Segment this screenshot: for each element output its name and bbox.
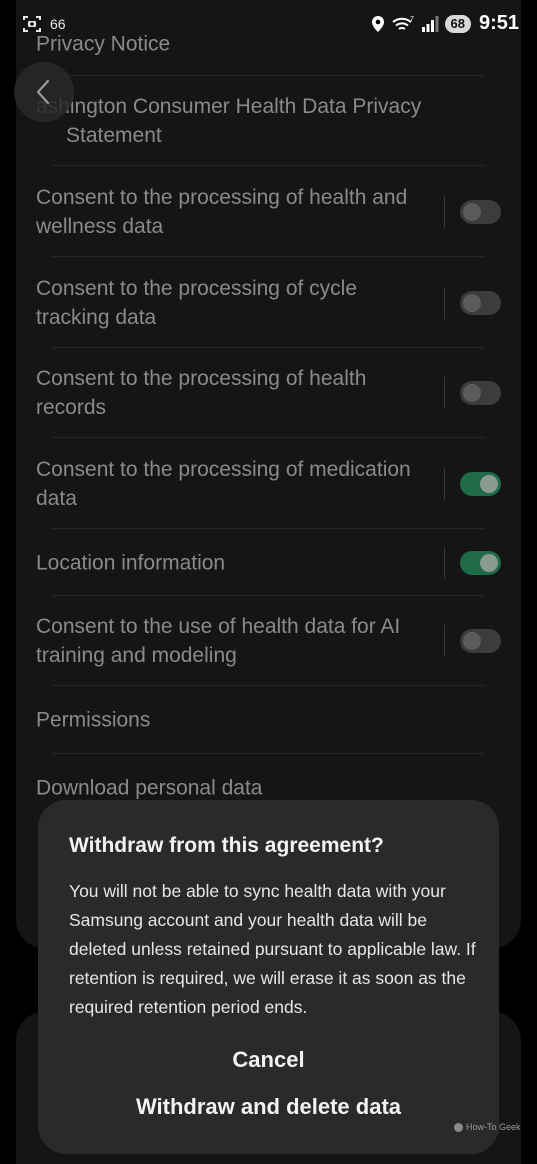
status-left: 66 bbox=[22, 14, 66, 34]
settings-item-label: Permissions bbox=[36, 708, 151, 732]
watermark: How-To Geek bbox=[454, 1122, 521, 1132]
settings-item-label: Download personal data bbox=[36, 776, 263, 800]
settings-item-label: ashington Consumer Health Data Privacy S… bbox=[36, 95, 422, 147]
svg-text:7: 7 bbox=[410, 16, 414, 23]
notification-count: 66 bbox=[50, 16, 66, 32]
settings-item-label: Consent to the use of health data for AI… bbox=[36, 615, 401, 667]
location-toggle[interactable] bbox=[460, 550, 501, 575]
health-wellness-toggle[interactable] bbox=[460, 199, 501, 224]
wifi-icon: 7 bbox=[391, 15, 415, 33]
health-records-toggle[interactable] bbox=[460, 381, 501, 405]
withdraw-dialog: Withdraw from this agreement? You will n… bbox=[38, 800, 499, 1154]
settings-item-label: Consent to the processing of medication … bbox=[36, 457, 411, 510]
settings-item-label: Consent to the processing of health reco… bbox=[36, 367, 367, 419]
divider bbox=[444, 467, 445, 500]
settings-item-medication[interactable]: Consent to the processing of medication … bbox=[36, 438, 501, 529]
settings-item-label: Consent to the processing of health and … bbox=[36, 185, 408, 238]
dialog-title: Withdraw from this agreement? bbox=[69, 834, 384, 857]
divider bbox=[444, 625, 445, 657]
status-bar: 66 7 68 9:51 bbox=[0, 0, 537, 52]
watermark-text: How-To Geek bbox=[466, 1122, 521, 1132]
back-button[interactable] bbox=[14, 62, 74, 122]
withdraw-delete-button[interactable]: Withdraw and delete data bbox=[38, 1094, 499, 1120]
settings-item-cycle-tracking[interactable]: Consent to the processing of cycle track… bbox=[36, 257, 501, 348]
screenshot-icon bbox=[22, 14, 42, 34]
divider bbox=[444, 377, 445, 409]
settings-item-health-wellness[interactable]: Consent to the processing of health and … bbox=[36, 166, 501, 257]
status-right: 7 68 9:51 bbox=[371, 12, 519, 35]
divider bbox=[444, 195, 445, 228]
dialog-message: You will not be able to sync health data… bbox=[69, 881, 476, 1017]
watermark-logo-icon bbox=[454, 1122, 463, 1132]
settings-item-health-records[interactable]: Consent to the processing of health reco… bbox=[36, 348, 501, 438]
settings-item-washington-privacy[interactable]: ashington Consumer Health Data Privacy S… bbox=[36, 76, 501, 166]
cancel-button[interactable]: Cancel bbox=[38, 1047, 499, 1073]
cycle-tracking-toggle[interactable] bbox=[460, 290, 501, 315]
settings-item-location[interactable]: Location information bbox=[36, 529, 501, 596]
clock: 9:51 bbox=[478, 12, 519, 34]
ai-training-toggle[interactable] bbox=[460, 629, 501, 653]
location-icon bbox=[371, 15, 385, 33]
divider bbox=[444, 286, 445, 319]
settings-item-permissions[interactable]: Permissions bbox=[36, 686, 501, 754]
settings-item-label: Location information bbox=[36, 551, 226, 574]
divider bbox=[444, 546, 445, 579]
signal-icon bbox=[421, 15, 439, 33]
medication-toggle[interactable] bbox=[460, 471, 501, 496]
settings-item-ai-training[interactable]: Consent to the use of health data for AI… bbox=[36, 596, 501, 686]
battery-indicator: 68 bbox=[444, 14, 471, 33]
settings-item-label: Consent to the processing of cycle track… bbox=[36, 276, 358, 329]
chevron-left-icon bbox=[36, 79, 50, 105]
